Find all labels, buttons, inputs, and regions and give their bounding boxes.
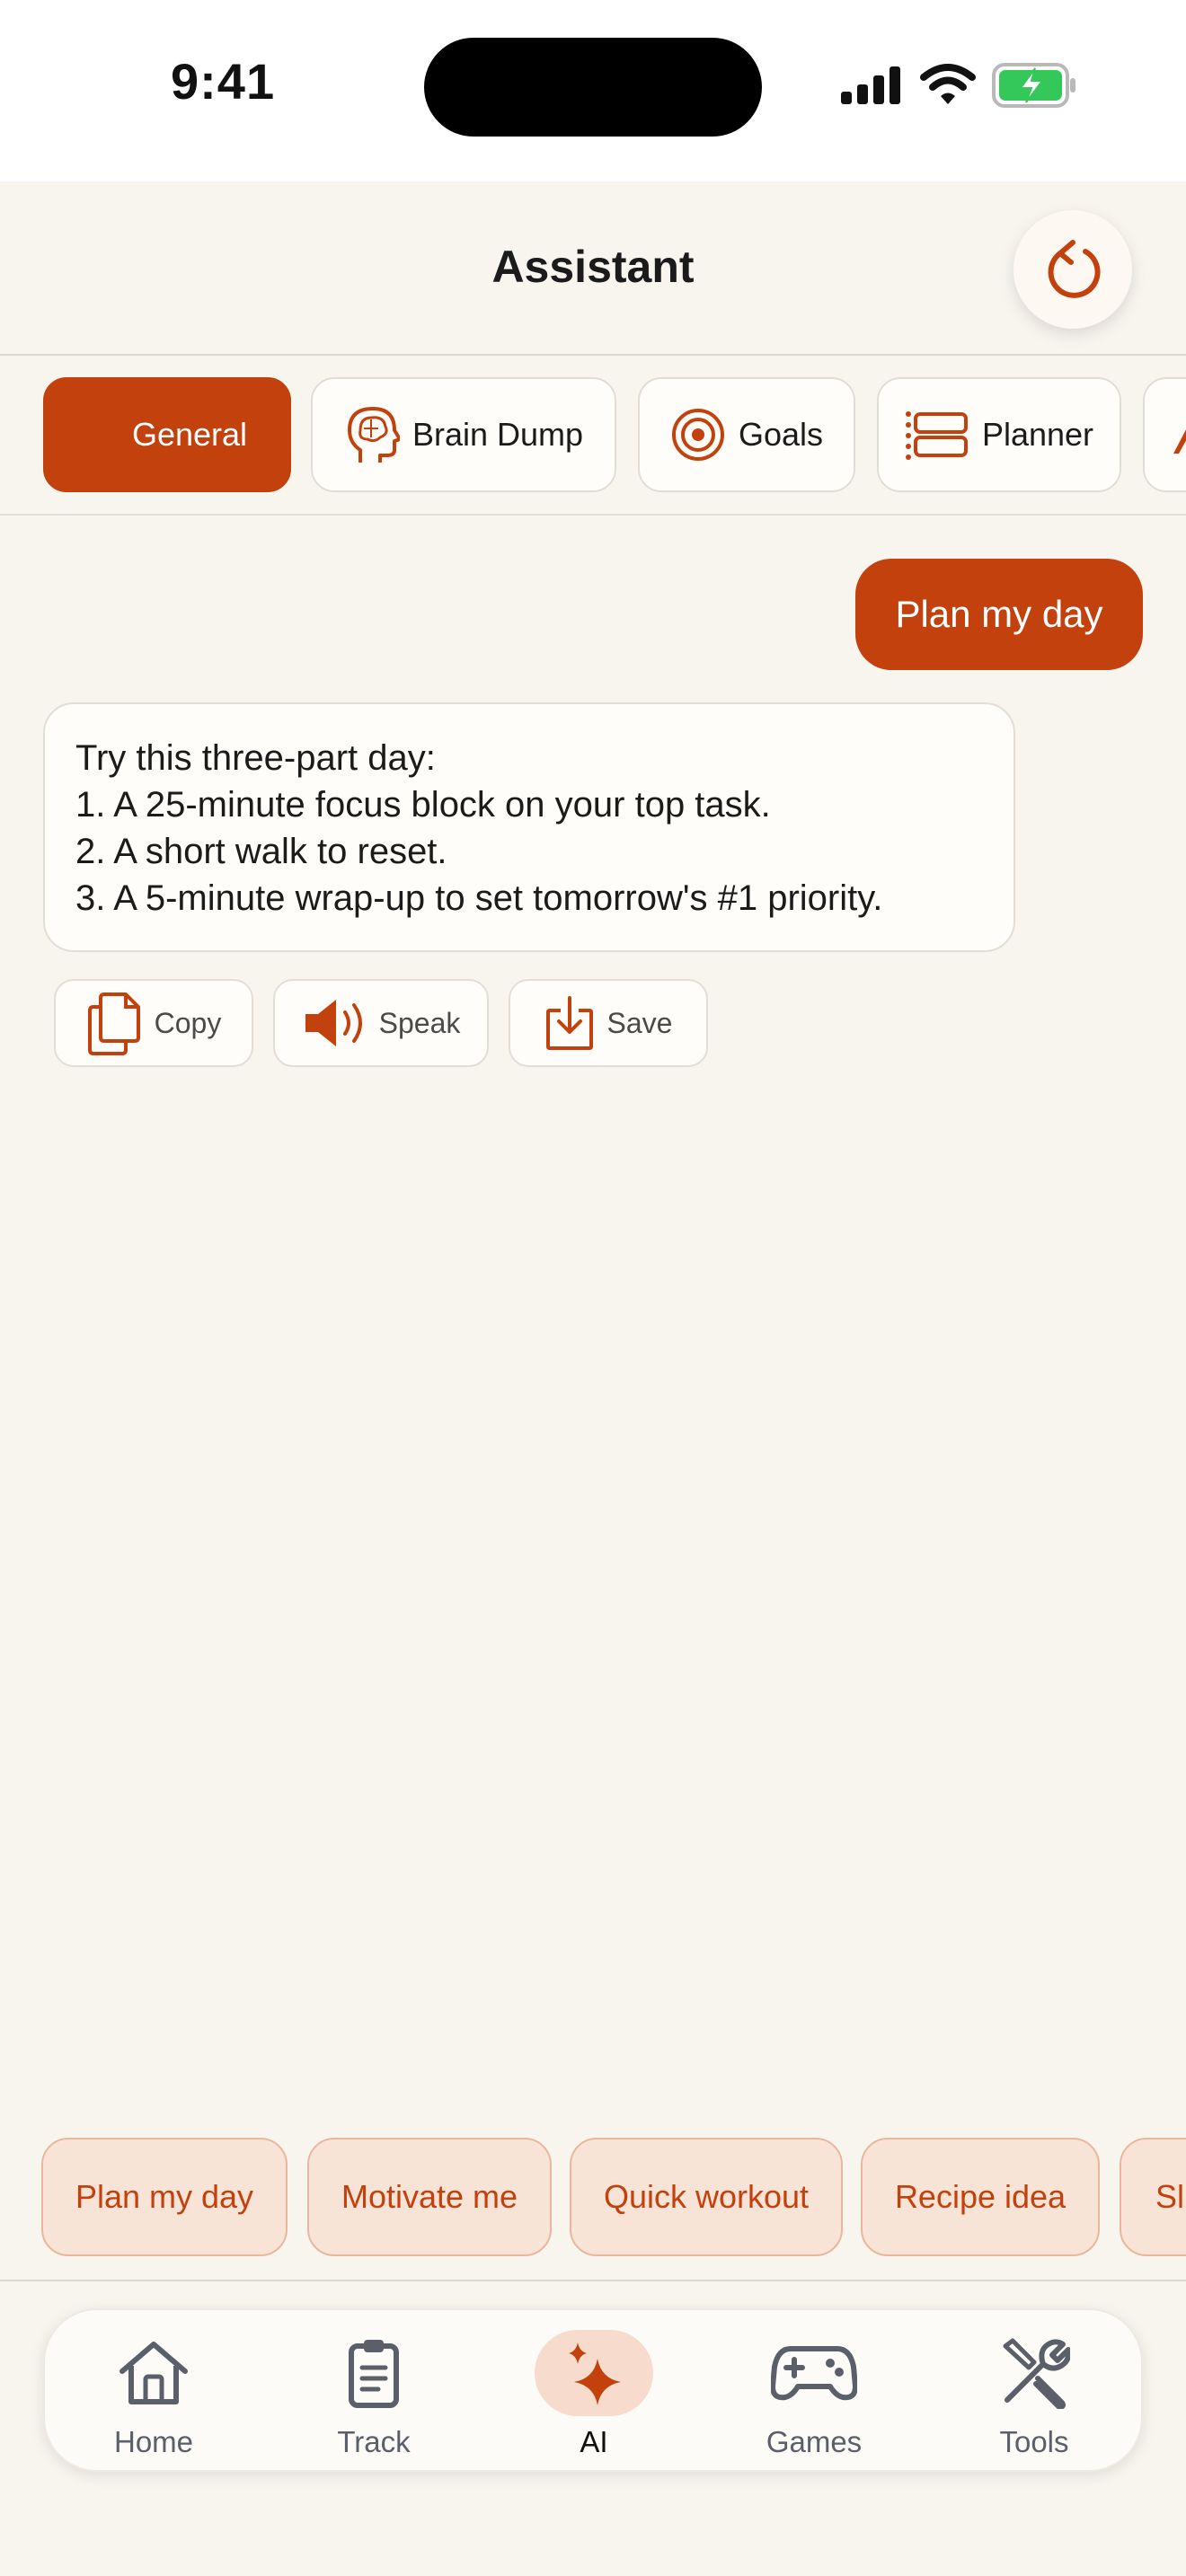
gamepad-icon bbox=[755, 2330, 873, 2416]
nav-label: Home bbox=[113, 2425, 194, 2458]
nav-track[interactable]: Track bbox=[284, 2310, 464, 2474]
pencil-icon bbox=[1170, 412, 1186, 457]
nav-tools[interactable]: Tools bbox=[944, 2310, 1124, 2474]
speak-button[interactable]: Speak bbox=[273, 979, 489, 1067]
status-time: 9:41 bbox=[171, 53, 276, 110]
tab-planner[interactable]: Planner bbox=[877, 377, 1121, 492]
copy-button[interactable]: Copy bbox=[54, 979, 253, 1067]
nav-ai[interactable]: AI bbox=[504, 2310, 684, 2474]
battery-charging-icon bbox=[992, 63, 1078, 108]
reset-chat-button[interactable] bbox=[1013, 210, 1132, 329]
copy-icon bbox=[86, 991, 142, 1055]
tools-icon bbox=[975, 2330, 1093, 2416]
suggestion-chips: Plan my day Motivate me Quick workout Re… bbox=[0, 2134, 1186, 2260]
tab-general[interactable]: General bbox=[43, 377, 291, 492]
home-icon bbox=[94, 2330, 213, 2416]
assistant-message-line: 3. A 5-minute wrap-up to set tomorrow's … bbox=[75, 878, 883, 918]
bottom-nav: Home Track AI Games Tools bbox=[43, 2308, 1143, 2472]
save-icon bbox=[544, 994, 595, 1052]
brain-icon bbox=[344, 403, 400, 466]
suggestion-chip[interactable]: Sl bbox=[1120, 2138, 1186, 2256]
tab-goals[interactable]: Goals bbox=[638, 377, 855, 492]
assistant-message-line: Try this three-part day: bbox=[75, 738, 436, 778]
dynamic-island bbox=[424, 38, 762, 137]
nav-label: AI bbox=[580, 2425, 608, 2458]
tab-brain-dump[interactable]: Brain Dump bbox=[311, 377, 616, 492]
nav-label: Games bbox=[766, 2425, 863, 2458]
mode-tabs: General Brain Dump Goals Planner bbox=[0, 354, 1186, 516]
suggestion-chip[interactable]: Quick workout bbox=[570, 2138, 843, 2256]
suggestion-chip[interactable]: Recipe idea bbox=[861, 2138, 1100, 2256]
save-button[interactable]: Save bbox=[509, 979, 708, 1067]
page-title: Assistant bbox=[491, 242, 695, 292]
wifi-icon bbox=[920, 63, 976, 106]
target-icon bbox=[670, 407, 726, 463]
assistant-message-line: 2. A short walk to reset. bbox=[75, 832, 447, 871]
tab-label: Goals bbox=[738, 416, 824, 453]
tab-label: Planner bbox=[981, 416, 1094, 453]
sparkle-icon bbox=[535, 2330, 653, 2416]
save-label: Save bbox=[606, 1006, 673, 1039]
suggestion-chip[interactable]: Plan my day bbox=[41, 2138, 288, 2256]
tab-label: General bbox=[131, 416, 248, 453]
clipboard-icon bbox=[314, 2330, 433, 2416]
suggestion-chip[interactable]: Motivate me bbox=[307, 2138, 552, 2256]
nav-label: Track bbox=[337, 2425, 411, 2458]
planner-icon bbox=[905, 409, 969, 461]
copy-label: Copy bbox=[154, 1006, 222, 1039]
tab-more[interactable] bbox=[1143, 377, 1186, 492]
assistant-message-line: 1. A 25-minute focus block on your top t… bbox=[75, 785, 771, 825]
nav-label: Tools bbox=[999, 2425, 1069, 2458]
assistant-message-bubble: Try this three-part day: 1. A 25-minute … bbox=[43, 702, 1015, 952]
nav-home[interactable]: Home bbox=[64, 2310, 243, 2474]
speaker-icon bbox=[302, 996, 367, 1050]
user-message-bubble: Plan my day bbox=[855, 559, 1143, 670]
signal-icon bbox=[841, 66, 902, 104]
speak-label: Speak bbox=[378, 1006, 461, 1039]
nav-games[interactable]: Games bbox=[724, 2310, 904, 2474]
tab-label: Brain Dump bbox=[412, 416, 584, 453]
divider bbox=[0, 2280, 1186, 2281]
refresh-icon bbox=[1039, 235, 1107, 304]
